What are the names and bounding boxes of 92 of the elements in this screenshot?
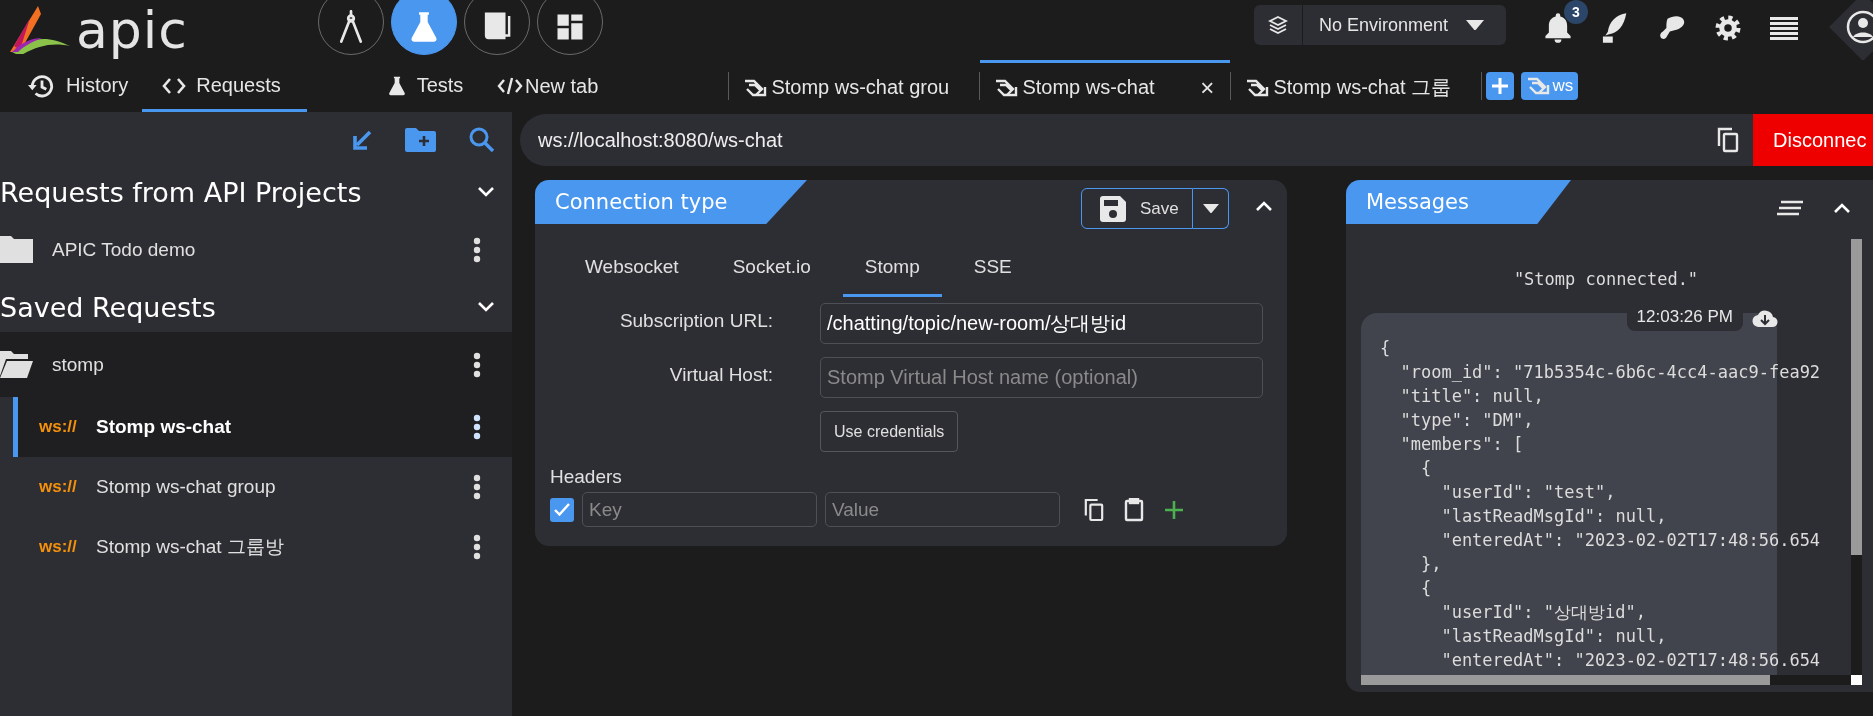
chevron-icon[interactable]	[1255, 200, 1273, 212]
use-credentials-button[interactable]: Use credentials	[820, 411, 959, 452]
folder-icon	[0, 236, 33, 263]
code-line: "lastReadMsgId": null,	[1440, 505, 1667, 528]
request-item[interactable]: ws:// Stomp ws-chat group	[13, 457, 512, 517]
code-icon	[497, 77, 523, 95]
input-field[interactable]: Key	[582, 492, 817, 527]
collapse-arrow-icon[interactable]	[351, 128, 373, 151]
disconnect-button[interactable]: Disconnec	[1753, 114, 1873, 166]
kebab-menu-icon[interactable]	[473, 414, 481, 440]
chevron-icon[interactable]	[477, 301, 495, 313]
code-line: },	[1419, 553, 1442, 576]
check-icon	[554, 503, 570, 516]
input-field[interactable]: /chatting/topic/new-room/상대방id	[820, 303, 1263, 344]
caret-icon	[1466, 19, 1484, 31]
code-line: "type": "DM",	[1399, 409, 1534, 432]
layers-icon	[1268, 15, 1288, 35]
section-title: Saved Requests	[0, 291, 216, 323]
kebab-menu-icon[interactable]	[473, 534, 481, 560]
kebab-menu-icon[interactable]	[473, 474, 481, 500]
checkbox[interactable]	[550, 497, 574, 522]
logo-text: apic	[76, 0, 188, 60]
bell-icon[interactable]	[1544, 12, 1572, 44]
folder-row[interactable]: stomp	[0, 332, 512, 397]
code-line: "userId": "상대방id",	[1440, 601, 1646, 624]
settings-icon[interactable]	[1713, 13, 1743, 43]
history-icon	[28, 72, 56, 99]
chevron-icon[interactable]	[1833, 202, 1851, 214]
message-text: "Stomp connected."	[1512, 268, 1700, 291]
logo-icon	[8, 6, 70, 54]
close-icon[interactable]: ×	[1200, 73, 1215, 102]
avatar-icon[interactable]	[1846, 10, 1873, 44]
new-folder-icon[interactable]	[405, 127, 436, 152]
code-line: {	[1419, 457, 1432, 480]
code-line: "title": null,	[1399, 385, 1544, 408]
url-field[interactable]: ws://localhost:8080/ws-chat Disconnec	[520, 114, 1873, 166]
copy-icon[interactable]	[1084, 497, 1104, 522]
plus-icon[interactable]	[1164, 499, 1184, 520]
code-line: "room_id": "71b5354c-6b6c-4cc4-aac9-fea92	[1399, 361, 1821, 384]
connection-tab[interactable]: Stomp	[842, 240, 942, 297]
clipboard-icon[interactable]	[1124, 497, 1144, 522]
input-field[interactable]: Value	[825, 492, 1060, 527]
caret-icon	[1202, 203, 1219, 214]
cloud-download-icon[interactable]	[1752, 308, 1778, 328]
search-icon[interactable]	[468, 126, 495, 153]
nav-button[interactable]	[391, 0, 457, 55]
code-icon	[162, 76, 187, 95]
save-button[interactable]: Save	[1081, 188, 1193, 229]
notification-badge: 3	[1564, 0, 1588, 24]
plus-icon	[1491, 77, 1510, 95]
code-line: "enteredAt": "2023-02-02T17:48:56.654	[1440, 649, 1821, 672]
open-folder-icon	[0, 351, 33, 378]
menu-icon[interactable]	[1770, 16, 1798, 40]
code-line: "lastReadMsgId": null,	[1440, 625, 1667, 648]
floppy-icon	[1100, 195, 1126, 222]
code-line: {	[1419, 577, 1432, 600]
section-label: Headers	[550, 466, 622, 488]
flask-icon	[409, 11, 439, 43]
view-tab[interactable]: Tests	[372, 60, 484, 112]
code-line: "userId": "test",	[1440, 481, 1616, 504]
connection-tab[interactable]: Websocket	[563, 240, 701, 297]
code-line: {	[1380, 337, 1391, 360]
request-tab[interactable]: Stomp ws-chat 그룹	[1231, 60, 1482, 112]
connection-tab[interactable]: Socket.io	[710, 240, 833, 297]
add-tab-button[interactable]	[1486, 72, 1515, 100]
input-field[interactable]: Stomp Virtual Host name (optional)	[820, 357, 1263, 398]
section-title: Requests from API Projects	[0, 176, 362, 208]
scrollbar[interactable]	[1851, 239, 1862, 675]
code-line: "enteredAt": "2023-02-02T17:48:56.654	[1440, 529, 1821, 552]
field-label: Virtual Host:	[668, 363, 773, 387]
kebab-menu-icon[interactable]	[473, 236, 481, 263]
kebab-menu-icon[interactable]	[473, 351, 481, 378]
field-label: Subscription URL:	[618, 309, 773, 333]
save-options-button[interactable]	[1193, 188, 1229, 229]
request-item[interactable]: ws:// Stomp ws-chat	[13, 397, 512, 457]
flask-icon	[386, 75, 407, 96]
scrollbar-corner	[1851, 675, 1862, 685]
view-tab[interactable]: History	[0, 60, 142, 112]
dashboard-icon	[555, 12, 585, 42]
panel-title: Messages	[1346, 180, 1571, 224]
copy-icon[interactable]	[1717, 127, 1739, 153]
request-item[interactable]: ws:// Stomp ws-chat 그룹방	[13, 517, 512, 577]
panel-title: Connection type	[535, 180, 807, 224]
new-tab-button[interactable]: New tab	[497, 60, 599, 112]
chevron-icon[interactable]	[477, 186, 495, 198]
environment-dropdown[interactable]: No Environment	[1254, 5, 1506, 45]
code-line: "members": [	[1399, 433, 1524, 456]
format-lines-icon[interactable]	[1777, 200, 1803, 216]
connection-tab[interactable]: SSE	[951, 240, 1034, 297]
request-tab[interactable]: Stomp ws-chat grou	[729, 60, 980, 112]
scrollbar[interactable]	[1361, 675, 1851, 685]
folder-row[interactable]: APIC Todo demo	[0, 217, 512, 282]
